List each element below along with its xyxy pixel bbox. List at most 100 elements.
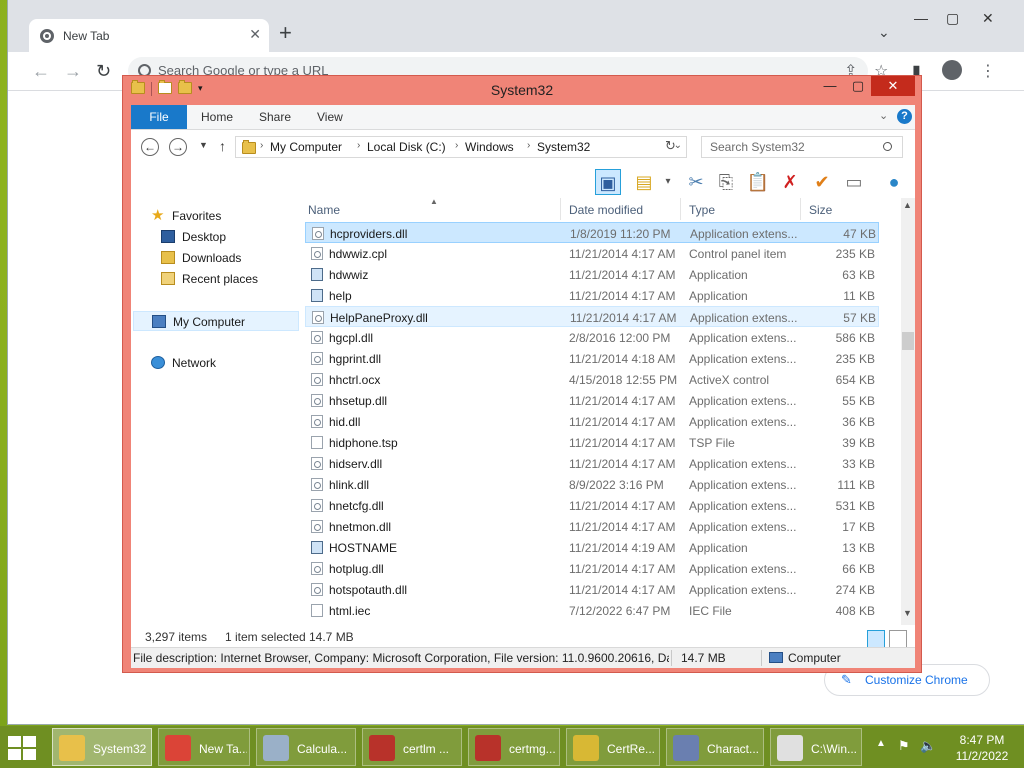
profile-avatar[interactable] [942,60,962,80]
nav-network[interactable]: Network [131,353,301,373]
file-row[interactable]: hcproviders.dll 1/8/2019 11:20 PM Applicat… [305,222,879,243]
forward-arrow-icon[interactable]: → [169,138,187,156]
close-icon[interactable]: ✕ [982,10,994,27]
file-row[interactable]: html.iec 7/12/2022 6:47 PM IEC File 408 KB [305,600,879,621]
back-arrow-icon[interactable]: ← [141,138,159,156]
tab-new-tab[interactable]: New Tab ✕ [29,19,269,53]
preview-pane-icon[interactable]: ▣ [595,169,621,195]
file-row[interactable]: help 11/21/2014 4:17 AM Application 11 KB [305,285,879,306]
close-icon[interactable]: ✕ [871,76,915,96]
back-arrow-icon[interactable]: ← [32,61,50,82]
taskbar-button[interactable]: certlm ... [362,728,462,766]
copy-icon[interactable]: ⎘ [713,169,739,195]
nav-downloads[interactable]: Downloads [131,248,301,268]
scroll-up-icon[interactable]: ▲ [903,200,912,210]
tab-view[interactable]: View [317,110,343,124]
minimize-icon[interactable]: — [914,10,928,26]
chevron-right-icon[interactable]: › [260,140,263,151]
file-type: IEC File [689,604,732,618]
tab-search-chevron-icon[interactable]: ⌄ [878,24,890,41]
file-row[interactable]: HelpPaneProxy.dll 11/21/2014 4:17 AM Appli… [305,306,879,327]
new-tab-button[interactable]: + [279,22,292,44]
up-arrow-icon[interactable]: ↑ [219,138,226,154]
file-row[interactable]: hid.dll 11/21/2014 4:17 AM Application ext… [305,411,879,432]
chevron-right-icon[interactable]: › [357,140,360,151]
dropdown-icon[interactable]: ▾ [655,169,681,195]
breadcrumb-local-disk[interactable]: Local Disk (C:) [367,140,446,154]
folder-options-icon[interactable]: ▤ [631,169,657,195]
tab-share[interactable]: Share [259,110,291,124]
tab-file[interactable]: File [131,105,187,129]
file-type: Application extens... [689,583,797,597]
expand-ribbon-icon[interactable]: ⌄ [879,109,888,122]
clock[interactable]: 8:47 PM 11/2/2022 [950,732,1014,764]
file-row[interactable]: hhctrl.ocx 4/15/2018 12:55 PM ActiveX cont… [305,369,879,390]
taskbar-button[interactable]: Calcula... [256,728,356,766]
search-input[interactable]: Search System32 [701,136,903,158]
file-row[interactable]: hnetcfg.dll 11/21/2014 4:17 AM Application… [305,495,879,516]
properties-check-icon[interactable]: ✔ [809,169,835,195]
maximize-icon[interactable]: ▢ [946,10,959,27]
file-row[interactable]: hdwwiz.cpl 11/21/2014 4:17 AM Control pane… [305,243,879,264]
file-row[interactable]: hgprint.dll 11/21/2014 4:18 AM Application… [305,348,879,369]
column-type[interactable]: Type [689,203,715,217]
menu-dots-icon[interactable]: ⋮ [980,61,996,81]
file-row[interactable]: hhsetup.dll 11/21/2014 4:17 AM Application… [305,390,879,411]
chevron-right-icon[interactable]: › [455,140,458,151]
file-row[interactable]: hnetmon.dll 11/21/2014 4:17 AM Application… [305,516,879,537]
volume-icon[interactable]: 🔈 [920,738,936,754]
breadcrumb-windows[interactable]: Windows [465,140,514,154]
column-date-modified[interactable]: Date modified [569,203,643,217]
file-row[interactable]: hlink.dll 8/9/2022 3:16 PM Application ext… [305,474,879,495]
file-row[interactable]: hdwwiz 11/21/2014 4:17 AM Application 63 KB [305,264,879,285]
delete-icon[interactable]: ✗ [777,169,803,195]
file-row[interactable]: hidphone.tsp 11/21/2014 4:17 AM TSP File 39… [305,432,879,453]
taskbar-button[interactable]: New Ta... [158,728,250,766]
file-row[interactable]: hgcpl.dll 2/8/2016 12:00 PM Application ex… [305,327,879,348]
help-icon[interactable]: ? [897,109,912,124]
rename-icon[interactable]: ▭ [841,169,867,195]
taskbar-button[interactable]: System32 [52,728,152,766]
large-icons-view-icon[interactable] [889,630,907,648]
nav-label: Desktop [182,230,227,244]
file-row[interactable]: hotplug.dll 11/21/2014 4:17 AM Application… [305,558,879,579]
file-row[interactable]: HOSTNAME 11/21/2014 4:19 AM Application 13 … [305,537,879,558]
chrome-favicon-icon [40,29,54,43]
minimize-icon[interactable]: — [815,76,845,98]
chevron-right-icon[interactable]: › [527,140,530,151]
nav-desktop[interactable]: Desktop [131,227,301,247]
globe-icon[interactable]: ● [881,169,907,195]
taskbar-button[interactable]: certmg... [468,728,560,766]
maximize-icon[interactable]: ▢ [843,76,873,98]
tab-close-icon[interactable]: ✕ [249,26,261,43]
file-date: 11/21/2014 4:17 AM [569,268,676,282]
nav-favorites[interactable]: ★ Favorites [131,206,301,226]
refresh-icon[interactable]: ↻ [665,138,676,154]
explorer-titlebar[interactable]: ▾ System32 — ▢ ✕ [123,76,921,104]
taskbar-button[interactable]: C:\Win... [770,728,862,766]
column-name[interactable]: Name [308,203,340,217]
recent-locations-icon[interactable]: ▼ [199,140,208,150]
file-row[interactable]: hidserv.dll 11/21/2014 4:17 AM Application… [305,453,879,474]
breadcrumb-my-computer[interactable]: My Computer [270,140,342,154]
details-view-icon[interactable] [867,630,885,648]
tab-home[interactable]: Home [201,110,233,124]
scroll-down-icon[interactable]: ▼ [903,608,912,618]
address-bar[interactable]: › My Computer › Local Disk (C:) › Window… [235,136,687,158]
nav-recent-places[interactable]: Recent places [131,269,301,289]
taskbar-button[interactable]: CertRe... [566,728,660,766]
forward-arrow-icon[interactable]: → [64,61,82,82]
cut-icon[interactable]: ✂ [683,169,709,195]
breadcrumb-system32[interactable]: System32 [537,140,590,154]
column-size[interactable]: Size [809,203,832,217]
show-hidden-icons[interactable]: ▲ [876,738,886,749]
network-tray-icon[interactable]: ⚑ [898,738,910,754]
taskbar-button[interactable]: Charact... [666,728,764,766]
start-button[interactable] [8,736,38,760]
nav-my-computer[interactable]: My Computer [133,311,299,331]
paste-icon[interactable]: 📋 [745,169,771,195]
vertical-scrollbar[interactable]: ▲ ▼ [901,198,915,625]
reload-icon[interactable]: ↻ [96,61,111,82]
file-row[interactable]: hotspotauth.dll 11/21/2014 4:17 AM Applica… [305,579,879,600]
scroll-thumb[interactable] [902,332,914,350]
